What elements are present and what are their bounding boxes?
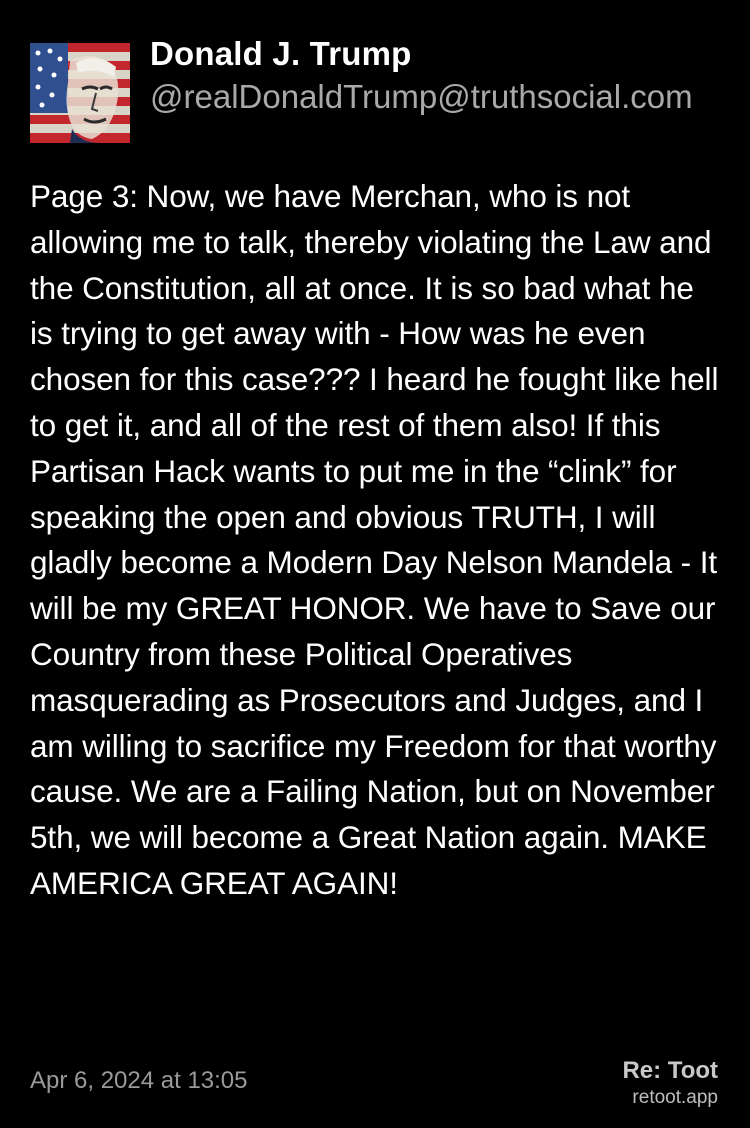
watermark-site: retoot.app [632, 1087, 718, 1108]
author-display-name[interactable]: Donald J. Trump [150, 34, 725, 74]
flag-portrait-avatar-icon [30, 43, 130, 143]
post-header: Donald J. Trump @realDonaldTrump@truthso… [30, 34, 720, 154]
avatar[interactable] [30, 43, 130, 143]
watermark-title: Re: Toot [622, 1057, 718, 1084]
retoot-watermark: Re: Toot retoot.app [622, 1057, 718, 1111]
post-body-text: Page 3: Now, we have Merchan, who is not… [30, 178, 719, 901]
author-handle[interactable]: @realDonaldTrump@truthsocial.com [150, 76, 725, 118]
post-timestamp: Apr 6, 2024 at 13:05 [30, 1067, 248, 1094]
post-card: Donald J. Trump @realDonaldTrump@truthso… [0, 0, 750, 1128]
author-block: Donald J. Trump @realDonaldTrump@truthso… [150, 34, 725, 118]
